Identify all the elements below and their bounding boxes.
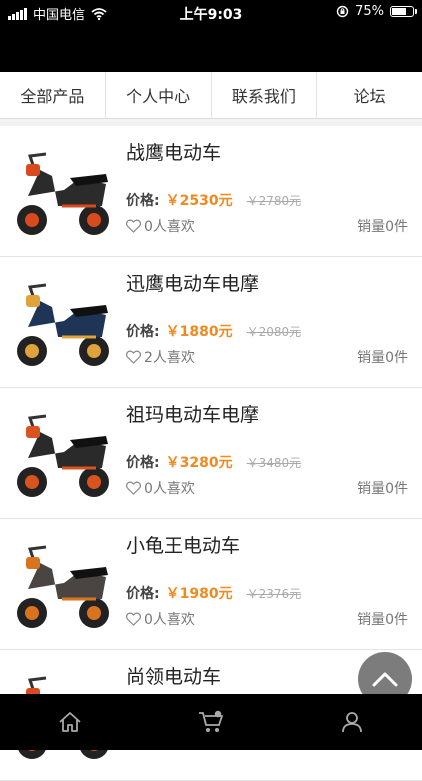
product-name[interactable]: 小龟王电动车 <box>126 531 240 558</box>
battery-percent: 75% <box>355 4 384 19</box>
status-right: 75% <box>336 4 417 19</box>
heart-icon[interactable] <box>126 481 141 495</box>
price-label: 价格: <box>126 455 160 471</box>
scooter-image <box>6 134 120 248</box>
original-price: ￥2780元 <box>246 194 302 208</box>
top-nav: 全部产品 个人中心 联系我们 论坛 <box>0 72 422 119</box>
tabbar-user[interactable] <box>281 694 422 750</box>
current-price: ￥1980元 <box>165 586 233 602</box>
price-row: 价格: ￥2530元 ￥2780元 <box>126 190 301 210</box>
heart-icon[interactable] <box>126 350 141 364</box>
status-bar: 中国电信 上午9:03 75% <box>0 0 422 72</box>
heart-icon[interactable] <box>126 219 141 233</box>
scooter-image <box>6 527 120 641</box>
original-price: ￥2376元 <box>246 587 302 601</box>
tabbar-home[interactable] <box>0 694 141 750</box>
product-item[interactable]: 战鹰电动车价格: ￥2530元 ￥2780元 0人喜欢 销量0件 <box>0 126 422 257</box>
like-count: 0人喜欢 <box>144 612 195 628</box>
sales-count: 销量0件 <box>357 350 408 366</box>
heart-icon[interactable] <box>126 612 141 626</box>
product-thumbnail[interactable] <box>6 396 120 510</box>
like-button[interactable]: 2人喜欢 <box>126 347 195 367</box>
cart-icon <box>199 710 223 732</box>
current-price: ￥1880元 <box>165 324 233 340</box>
product-item[interactable]: 小龟王电动车价格: ￥1980元 ￥2376元 0人喜欢 销量0件 <box>0 519 422 650</box>
home-icon <box>59 712 81 732</box>
tab-personal-center[interactable]: 个人中心 <box>106 72 212 118</box>
like-count: 0人喜欢 <box>144 219 195 235</box>
original-price: ￥3480元 <box>246 456 302 470</box>
rotation-lock-icon <box>336 5 349 18</box>
tab-all-products[interactable]: 全部产品 <box>0 72 106 118</box>
tab-forum[interactable]: 论坛 <box>317 72 422 118</box>
product-name[interactable]: 尚领电动车 <box>126 662 221 689</box>
price-label: 价格: <box>126 586 160 602</box>
product-item[interactable]: 迅鹰电动车电摩价格: ￥1880元 ￥2080元 2人喜欢 销量0件 <box>0 257 422 388</box>
chevron-up-icon <box>372 672 398 687</box>
like-count: 2人喜欢 <box>144 350 195 366</box>
scooter-image <box>6 396 120 510</box>
like-count: 0人喜欢 <box>144 481 195 497</box>
sales-count: 销量0件 <box>357 612 408 628</box>
product-thumbnail[interactable] <box>6 527 120 641</box>
price-row: 价格: ￥1880元 ￥2080元 <box>126 321 301 341</box>
product-name[interactable]: 祖玛电动车电摩 <box>126 400 259 427</box>
tab-contact-us[interactable]: 联系我们 <box>212 72 318 118</box>
scooter-image <box>6 265 120 379</box>
price-row: 价格: ￥1980元 ￥2376元 <box>126 583 301 603</box>
price-label: 价格: <box>126 193 160 209</box>
product-name[interactable]: 战鹰电动车 <box>126 138 221 165</box>
current-price: ￥2530元 <box>165 193 233 209</box>
product-name[interactable]: 迅鹰电动车电摩 <box>126 269 259 296</box>
bottom-tabbar <box>0 694 422 750</box>
current-price: ￥3280元 <box>165 455 233 471</box>
sales-count: 销量0件 <box>357 481 408 497</box>
product-thumbnail[interactable] <box>6 265 120 379</box>
like-button[interactable]: 0人喜欢 <box>126 478 195 498</box>
product-item[interactable]: 祖玛电动车电摩价格: ￥3280元 ￥3480元 0人喜欢 销量0件 <box>0 388 422 519</box>
product-thumbnail[interactable] <box>6 134 120 248</box>
price-label: 价格: <box>126 324 160 340</box>
original-price: ￥2080元 <box>246 325 302 339</box>
like-button[interactable]: 0人喜欢 <box>126 609 195 629</box>
sales-count: 销量0件 <box>357 219 408 235</box>
tabbar-cart[interactable] <box>141 694 282 750</box>
battery-icon <box>390 6 417 17</box>
user-icon <box>341 712 362 733</box>
price-row: 价格: ￥3280元 ￥3480元 <box>126 452 301 472</box>
like-button[interactable]: 0人喜欢 <box>126 216 195 236</box>
